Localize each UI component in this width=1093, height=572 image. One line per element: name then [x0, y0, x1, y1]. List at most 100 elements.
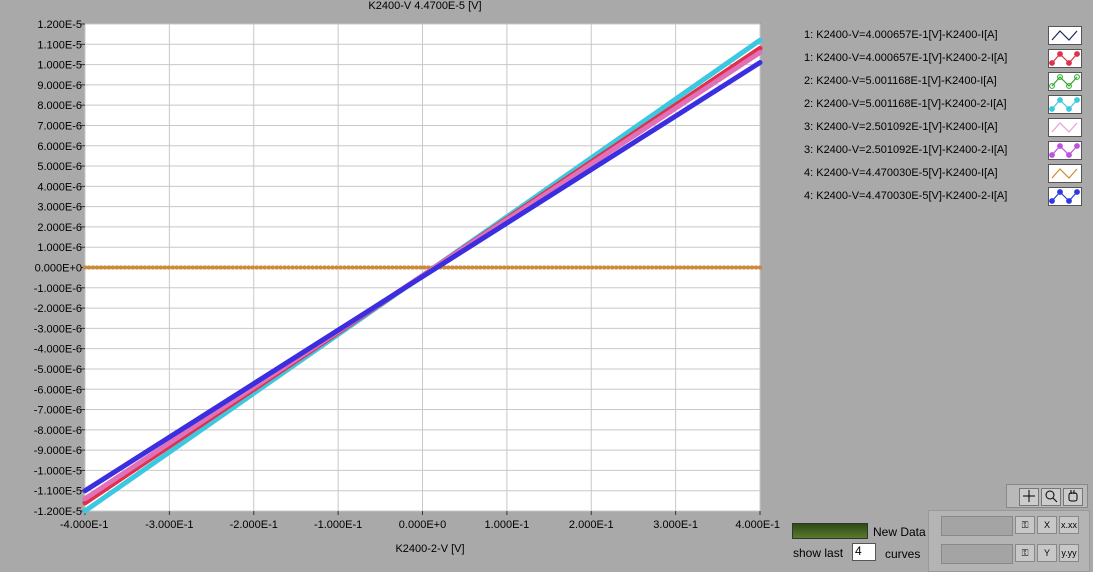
- legend-marker: [1057, 189, 1063, 195]
- curves-label: curves: [885, 547, 921, 561]
- y-tick-label: 4.000E-6: [37, 181, 82, 193]
- y-lock-icon[interactable]: ⚿: [1015, 544, 1035, 562]
- legend-marker: [1066, 152, 1072, 158]
- legend-marker: [1057, 97, 1063, 103]
- y-tick-label: -9.000E-6: [34, 445, 82, 457]
- legend-item[interactable]: 1: K2400-V=4.000657E-1[V]-K2400-2-I[A]: [804, 49, 1084, 72]
- x-lock-icon[interactable]: ⚿: [1015, 516, 1035, 534]
- show-last-label: show last: [793, 546, 844, 560]
- zoom-icon[interactable]: [1041, 488, 1061, 506]
- x-tick-label: 4.000E-1: [735, 519, 780, 531]
- legend-line: [1051, 168, 1078, 179]
- legend-marker: [1057, 143, 1063, 149]
- graph-tool-palette: [1006, 484, 1088, 508]
- legend-item[interactable]: 2: K2400-V=5.001168E-1[V]-K2400-2-I[A]: [804, 95, 1084, 118]
- y-tick-label: 1.000E-6: [37, 242, 82, 254]
- legend-label: 2: K2400-V=5.001168E-1[V]-K2400-I[A]: [804, 75, 997, 87]
- legend-swatch-icon[interactable]: [1048, 187, 1082, 206]
- legend-line: [1051, 145, 1078, 156]
- y-tick-label: 1.200E-5: [37, 19, 82, 31]
- legend-swatch-icon[interactable]: [1048, 141, 1082, 160]
- y-format-button[interactable]: y.yy: [1059, 544, 1079, 562]
- y-tick-label: -1.200E-5: [34, 506, 82, 518]
- legend-label: 3: K2400-V=2.501092E-1[V]-K2400-2-I[A]: [804, 144, 1008, 156]
- y-axis-ticks: 1.200E-5 1.100E-5 1.000E-5 9.000E-6 8.000E-6…: [34, 19, 85, 518]
- y-tick-label: 3.000E-6: [37, 202, 82, 214]
- y-tick-label: 8.000E-6: [37, 100, 82, 112]
- y-tick-label: -1.100E-5: [34, 486, 82, 498]
- y-tick-label: -8.000E-6: [34, 425, 82, 437]
- y-tick-label: -6.000E-6: [34, 384, 82, 396]
- new-data-label: New Data: [873, 525, 926, 539]
- legend-label: 2: K2400-V=5.001168E-1[V]-K2400-2-I[A]: [804, 98, 1007, 110]
- y-tick-label: 1.000E-5: [37, 60, 82, 72]
- legend-marker: [1074, 97, 1080, 103]
- legend-marker: [1074, 51, 1080, 57]
- x-tick-label: 2.000E-1: [569, 519, 614, 531]
- x-axis-ticks: -4.000E-1 -3.000E-1 -2.000E-1 -1.000E-1 0.00…: [60, 511, 780, 531]
- legend-swatch-icon[interactable]: [1048, 164, 1082, 183]
- legend-swatch-icon[interactable]: [1048, 72, 1082, 91]
- legend-line: [1051, 76, 1078, 87]
- legend-marker: [1066, 198, 1072, 204]
- legend-marker: [1074, 143, 1080, 149]
- hand-icon[interactable]: [1063, 488, 1083, 506]
- y-tick-label: -3.000E-6: [34, 323, 82, 335]
- legend-label: 1: K2400-V=4.000657E-1[V]-K2400-2-I[A]: [804, 52, 1008, 64]
- legend-item[interactable]: 4: K2400-V=4.470030E-5[V]-K2400-I[A]: [804, 164, 1084, 187]
- scale-legend-panel: ⚿ X x.xx ⚿ Y y.yy: [928, 510, 1090, 572]
- legend-label: 3: K2400-V=2.501092E-1[V]-K2400-I[A]: [804, 121, 998, 133]
- x-tick-label: -2.000E-1: [230, 519, 278, 531]
- legend-item[interactable]: 2: K2400-V=5.001168E-1[V]-K2400-I[A]: [804, 72, 1084, 95]
- legend-item[interactable]: 1: K2400-V=4.000657E-1[V]-K2400-I[A]: [804, 26, 1084, 49]
- legend-marker: [1049, 198, 1055, 204]
- x-axis-label: K2400-2-V [V]: [395, 543, 465, 555]
- legend-item[interactable]: 4: K2400-V=4.470030E-5[V]-K2400-2-I[A]: [804, 187, 1084, 210]
- x-tick-label: -1.000E-1: [314, 519, 362, 531]
- y-tick-label: 2.000E-6: [37, 222, 82, 234]
- y-tick-label: 6.000E-6: [37, 141, 82, 153]
- x-scale-name: [941, 516, 1013, 536]
- x-tick-label: 3.000E-1: [653, 519, 698, 531]
- legend-item[interactable]: 3: K2400-V=2.501092E-1[V]-K2400-2-I[A]: [804, 141, 1084, 164]
- plot-legend[interactable]: 1: K2400-V=4.000657E-1[V]-K2400-I[A] 1: K…: [804, 26, 1084, 210]
- show-last-input[interactable]: 4: [852, 543, 876, 561]
- legend-line: [1051, 122, 1078, 133]
- legend-marker: [1049, 106, 1055, 112]
- legend-swatch-icon[interactable]: [1048, 95, 1082, 114]
- x-tick-label: -4.000E-1: [60, 519, 108, 531]
- legend-swatch-icon[interactable]: [1048, 49, 1082, 68]
- legend-line: [1051, 53, 1078, 64]
- legend-label: 4: K2400-V=4.470030E-5[V]-K2400-I[A]: [804, 167, 998, 179]
- y-autoscale-button[interactable]: Y: [1037, 544, 1057, 562]
- legend-swatch-icon[interactable]: [1048, 26, 1082, 45]
- x-tick-label: 0.000E+0: [399, 519, 446, 531]
- legend-marker: [1066, 60, 1072, 66]
- legend-marker: [1049, 152, 1055, 158]
- y-tick-label: 7.000E-6: [37, 120, 82, 132]
- legend-item[interactable]: 3: K2400-V=2.501092E-1[V]-K2400-I[A]: [804, 118, 1084, 141]
- y-scale-name: [941, 544, 1013, 564]
- x-autoscale-button[interactable]: X: [1037, 516, 1057, 534]
- x-tick-label: -3.000E-1: [145, 519, 193, 531]
- legend-marker: [1066, 106, 1072, 112]
- new-data-indicator: [792, 523, 868, 539]
- crosshair-icon[interactable]: [1019, 488, 1039, 506]
- y-tick-label: 1.100E-5: [37, 39, 82, 51]
- y-tick-label: 5.000E-6: [37, 161, 82, 173]
- legend-marker: [1074, 189, 1080, 195]
- y-tick-label: -1.000E-6: [34, 283, 82, 295]
- legend-swatch-icon[interactable]: [1048, 118, 1082, 137]
- y-tick-label: -7.000E-6: [34, 405, 82, 417]
- legend-line: [1051, 191, 1078, 202]
- x-format-button[interactable]: x.xx: [1059, 516, 1079, 534]
- y-tick-label: -4.000E-6: [34, 344, 82, 356]
- y-tick-label: -1.000E-5: [34, 465, 82, 477]
- legend-label: 1: K2400-V=4.000657E-1[V]-K2400-I[A]: [804, 29, 998, 41]
- y-tick-label: 0.000E+0: [35, 263, 82, 275]
- x-tick-label: 1.000E-1: [485, 519, 530, 531]
- y-tick-label: -5.000E-6: [34, 364, 82, 376]
- y-tick-label: -2.000E-6: [34, 303, 82, 315]
- legend-marker: [1049, 60, 1055, 66]
- legend-line: [1051, 99, 1078, 110]
